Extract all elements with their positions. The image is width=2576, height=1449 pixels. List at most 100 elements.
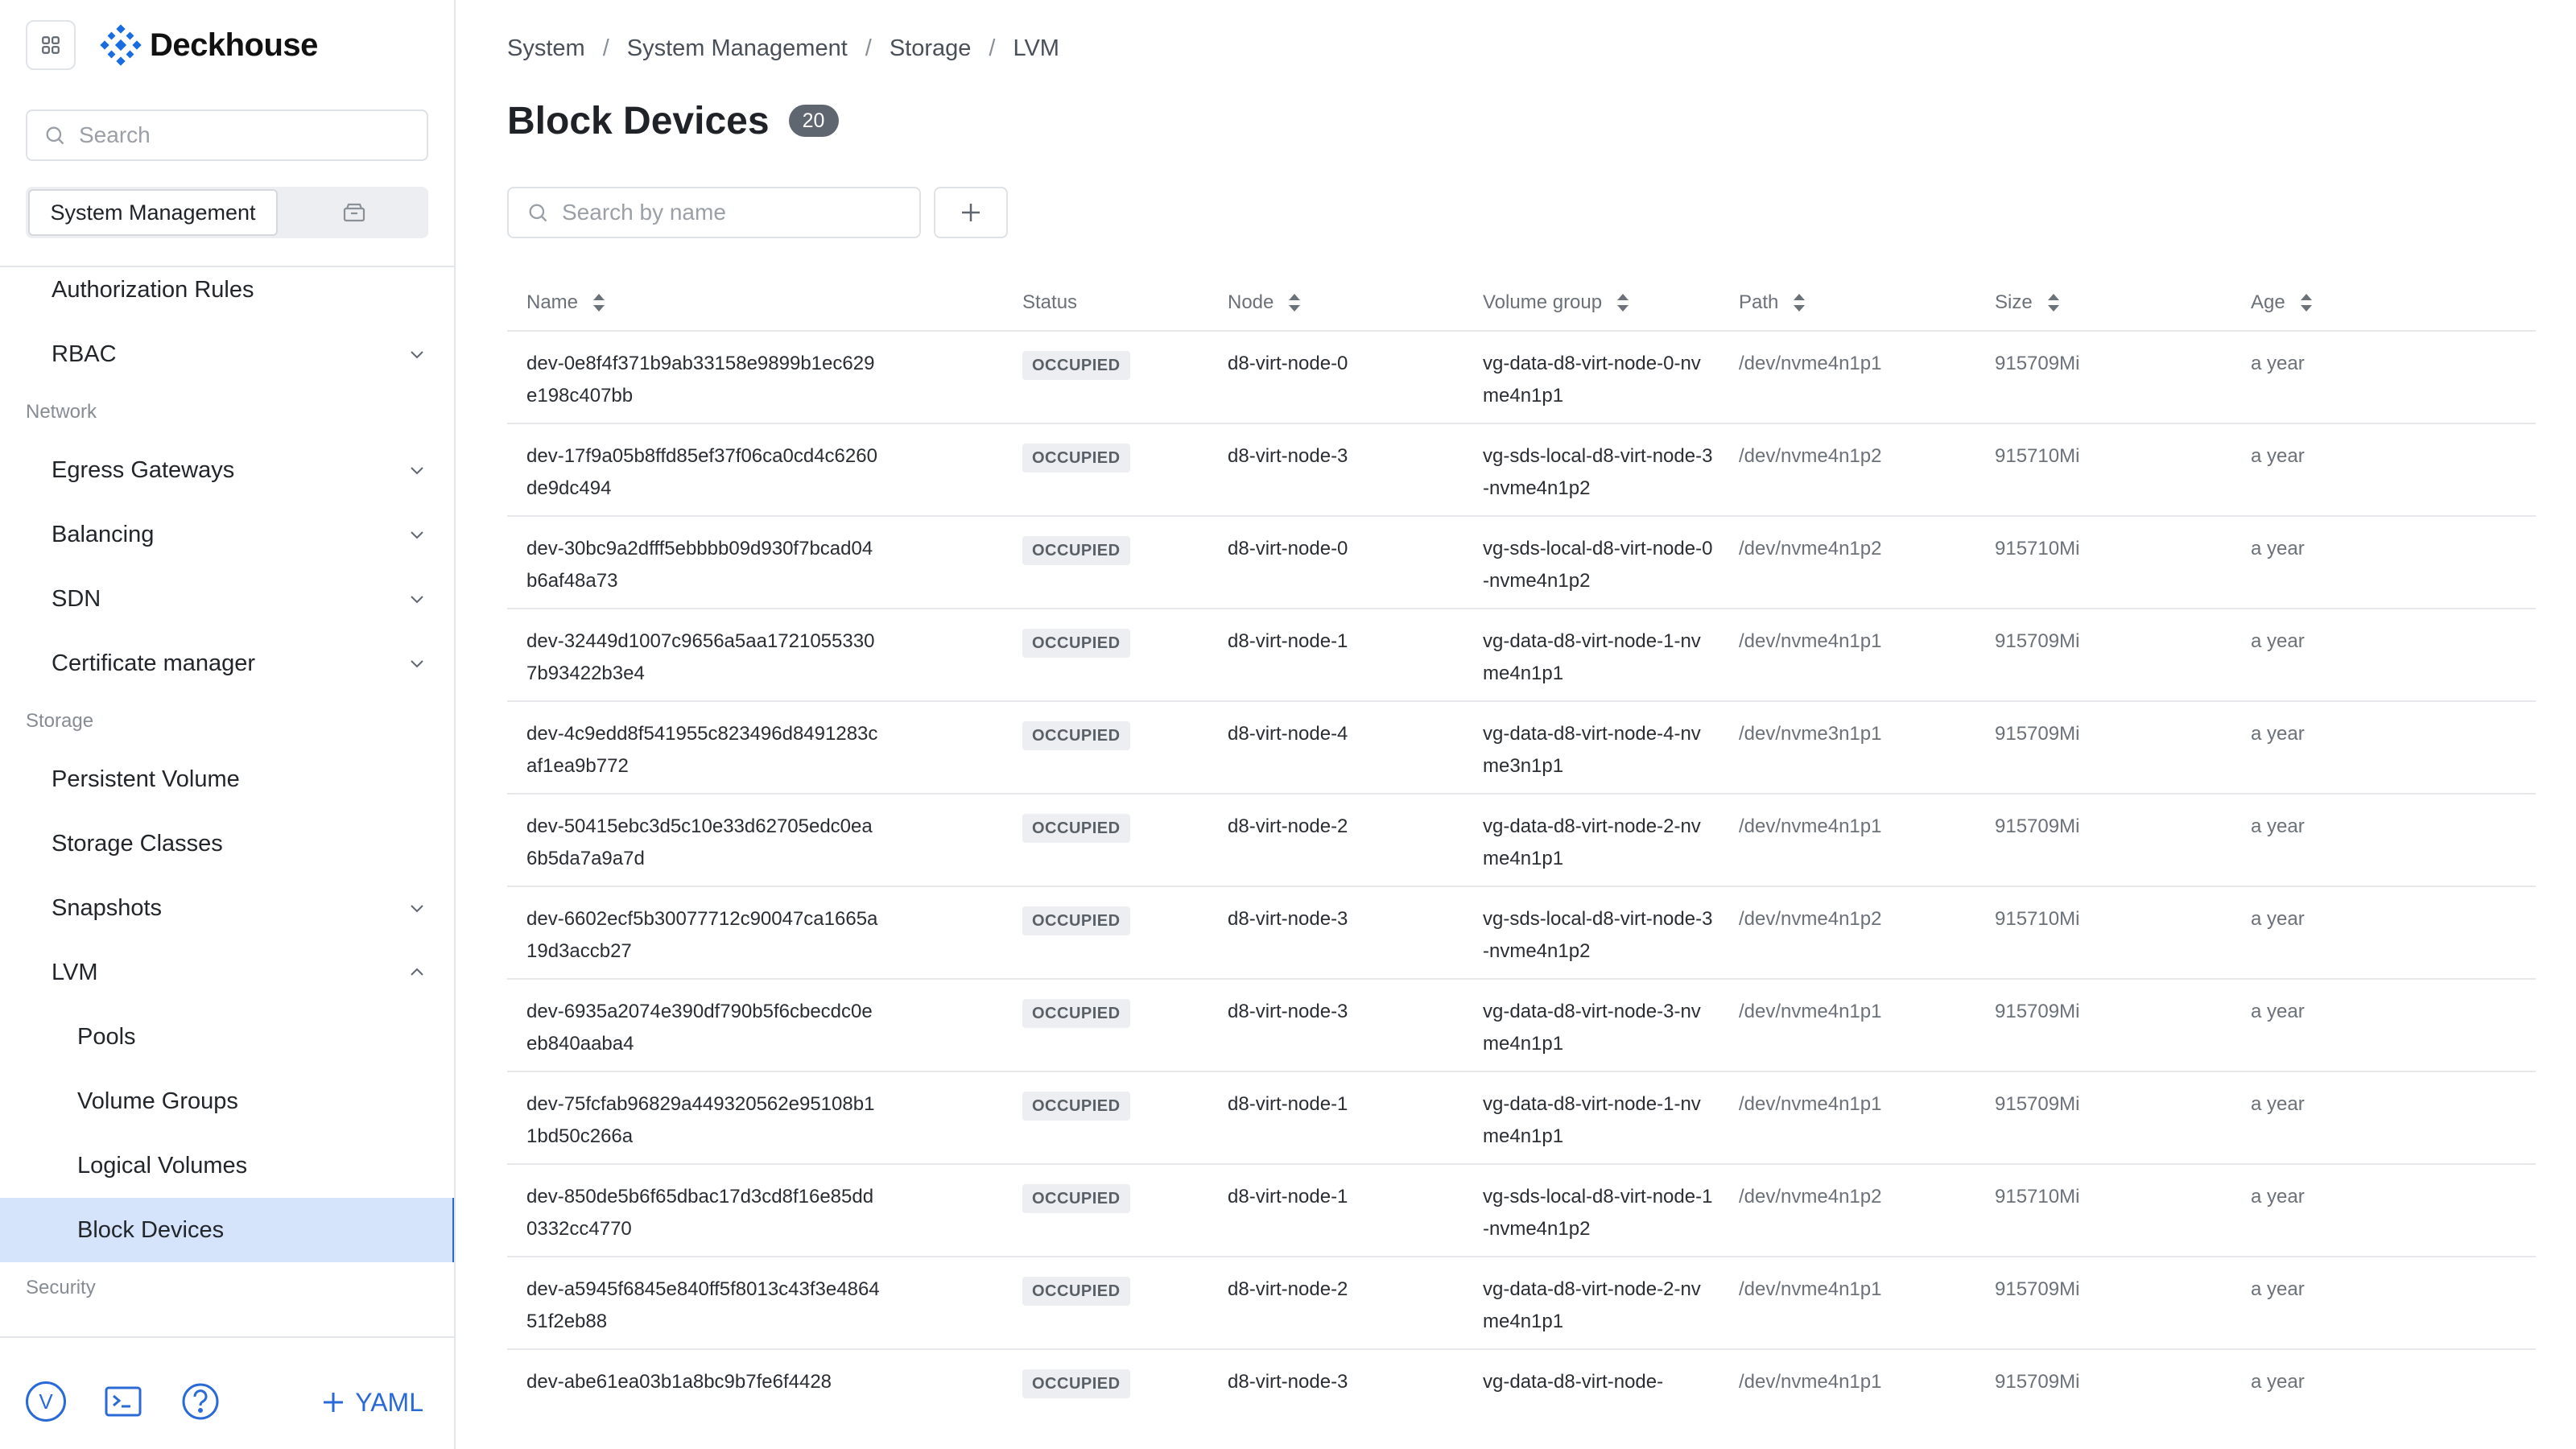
cell-name[interactable]: dev-6935a2074e390df790b5f6cbecdc0eeb840a…: [526, 996, 881, 1060]
table-row[interactable]: dev-0e8f4f371b9ab33158e9899b1ec629e198c4…: [507, 332, 2536, 424]
table-row[interactable]: dev-6935a2074e390df790b5f6cbecdc0eeb840a…: [507, 980, 2536, 1072]
cell-path: /dev/nvme4n1p2: [1739, 908, 1882, 930]
col-path-header[interactable]: Path: [1739, 274, 1807, 332]
cell-name[interactable]: dev-17f9a05b8ffd85ef37f06ca0cd4c6260de9d…: [526, 440, 881, 505]
sidebar-item-persistent-volume[interactable]: Persistent Volume: [0, 747, 454, 811]
breadcrumb-item[interactable]: Storage: [890, 35, 972, 62]
chevron-down-icon[interactable]: [407, 345, 427, 364]
chevron-down-icon[interactable]: [407, 589, 427, 609]
cell-name[interactable]: dev-30bc9a2dfff5ebbbb09d930f7bcad04b6af4…: [526, 533, 881, 597]
table-row[interactable]: dev-75fcfab96829a449320562e95108b11bd50c…: [507, 1072, 2536, 1165]
add-button[interactable]: [934, 187, 1008, 238]
cell-node: d8-virt-node-3: [1228, 1371, 1348, 1393]
terminal-icon[interactable]: [103, 1381, 143, 1422]
sidebar-segment-switch: System Management: [26, 187, 428, 238]
column-header-label: Node: [1228, 291, 1274, 313]
cell-name[interactable]: dev-50415ebc3d5c10e33d62705edc0ea6b5da7a…: [526, 811, 881, 875]
sidebar-item-volume-groups[interactable]: Volume Groups: [0, 1069, 454, 1133]
sidebar-item-certificate-manager[interactable]: Certificate manager: [0, 631, 454, 696]
chevron-down-icon[interactable]: [407, 654, 427, 673]
segment-other[interactable]: [280, 187, 428, 238]
sidebar-item-audit-rules[interactable]: Audit Rules: [0, 1314, 454, 1337]
table-row[interactable]: dev-17f9a05b8ffd85ef37f06ca0cd4c6260de9d…: [507, 424, 2536, 517]
apps-grid-button[interactable]: [26, 20, 76, 70]
brand-logo[interactable]: Deckhouse: [100, 24, 318, 66]
add-yaml-button[interactable]: YAML: [321, 1383, 423, 1422]
table-row[interactable]: dev-30bc9a2dfff5ebbbb09d930f7bcad04b6af4…: [507, 517, 2536, 609]
segment-system-management[interactable]: System Management: [28, 189, 278, 236]
status-badge: OCCUPIED: [1022, 629, 1130, 658]
breadcrumb-item[interactable]: LVM: [1013, 35, 1059, 62]
cell-name[interactable]: dev-0e8f4f371b9ab33158e9899b1ec629e198c4…: [526, 348, 881, 412]
version-icon[interactable]: V: [26, 1381, 66, 1422]
status-badge: OCCUPIED: [1022, 814, 1130, 843]
name-search-input[interactable]: Search by name: [507, 187, 921, 238]
cell-path: /dev/nvme4n1p2: [1739, 538, 1882, 559]
cell-name[interactable]: dev-4c9edd8f541955c823496d8491283caf1ea9…: [526, 718, 881, 782]
deckhouse-logo-icon: [100, 24, 142, 66]
sidebar-item-label: Snapshots: [52, 894, 163, 921]
cell-name[interactable]: dev-850de5b6f65dbac17d3cd8f16e85dd0332cc…: [526, 1181, 881, 1245]
sidebar-item-pools[interactable]: Pools: [0, 1005, 454, 1069]
sidebar-item-sdn[interactable]: SDN: [0, 567, 454, 631]
column-header-label: Status: [1022, 291, 1078, 313]
col-size-header[interactable]: Size: [1995, 274, 2062, 332]
cell-name[interactable]: dev-a5945f6845e840ff5f8013c43f3e486451f2…: [526, 1274, 881, 1338]
sidebar-item-egress-gateways[interactable]: Egress Gateways: [0, 438, 454, 502]
cell-name[interactable]: dev-abe61ea03b1a8bc9b7fe6f4428: [526, 1366, 881, 1398]
cell-node: d8-virt-node-0: [1228, 353, 1348, 374]
cell-volume-group: vg-sds-local-d8-virt-node-3-nvme4n1p2: [1483, 445, 1713, 499]
sidebar-item-rbac[interactable]: RBAC: [0, 322, 454, 386]
cell-volume-group: vg-data-d8-virt-node-2-nvme4n1p1: [1483, 815, 1701, 869]
cell-name[interactable]: dev-6602ecf5b30077712c90047ca1665a19d3ac…: [526, 903, 881, 968]
table-row[interactable]: dev-6602ecf5b30077712c90047ca1665a19d3ac…: [507, 887, 2536, 980]
sidebar-item-lvm[interactable]: LVM: [0, 940, 454, 1005]
sidebar-item-storage-classes[interactable]: Storage Classes: [0, 811, 454, 876]
table-row[interactable]: dev-abe61ea03b1a8bc9b7fe6f4428 OCCUPIED d8…: [507, 1350, 2536, 1409]
col-volume-group-header[interactable]: Volume group: [1483, 274, 1631, 332]
table-row[interactable]: dev-a5945f6845e840ff5f8013c43f3e486451f2…: [507, 1257, 2536, 1350]
chevron-down-icon[interactable]: [407, 898, 427, 918]
col-node-header[interactable]: Node: [1228, 274, 1302, 332]
breadcrumb-item[interactable]: System Management: [627, 35, 848, 62]
table-row[interactable]: dev-50415ebc3d5c10e33d62705edc0ea6b5da7a…: [507, 795, 2536, 887]
sidebar-item-authorization-rules[interactable]: Authorization Rules: [0, 258, 454, 322]
cell-path: /dev/nvme4n1p1: [1739, 1001, 1882, 1022]
cell-volume-group: vg-data-d8-virt-node-1-nvme4n1p1: [1483, 630, 1701, 684]
column-header-label: Volume group: [1483, 291, 1603, 313]
cell-name[interactable]: dev-75fcfab96829a449320562e95108b11bd50c…: [526, 1088, 881, 1153]
sidebar-search-input[interactable]: Search: [26, 109, 428, 161]
col-age-header[interactable]: Age: [2251, 274, 2314, 332]
table-row[interactable]: dev-850de5b6f65dbac17d3cd8f16e85dd0332cc…: [507, 1165, 2536, 1257]
cell-size: 915710Mi: [1995, 538, 2080, 559]
column-header-label: Path: [1739, 291, 1779, 313]
cell-volume-group: vg-data-d8-virt-node-3-nvme4n1p1: [1483, 1001, 1701, 1055]
help-icon[interactable]: [180, 1381, 221, 1422]
breadcrumb: System / System Management / Storage / L…: [507, 32, 1059, 64]
chevron-down-icon[interactable]: [407, 460, 427, 480]
sidebar-item-label: SDN: [52, 585, 101, 612]
sidebar-item-block-devices[interactable]: Block Devices: [0, 1198, 454, 1262]
cell-node: d8-virt-node-2: [1228, 1278, 1348, 1300]
table-scroll-area[interactable]: Name Status Node Volume group Path Size Age de…: [507, 274, 2536, 1409]
column-header-label: Name: [526, 291, 579, 313]
sidebar-item-label: Persistent Volume: [52, 766, 240, 792]
cell-node: d8-virt-node-3: [1228, 1001, 1348, 1022]
breadcrumb-item[interactable]: System: [507, 35, 585, 62]
sidebar-item-label: Authorization Rules: [52, 276, 254, 303]
col-name-header[interactable]: Name: [526, 274, 607, 332]
chevron-up-icon[interactable]: [407, 963, 427, 982]
sidebar-item-snapshots[interactable]: Snapshots: [0, 876, 454, 940]
sidebar-item-logical-volumes[interactable]: Logical Volumes: [0, 1133, 454, 1198]
breadcrumb-separator: /: [865, 35, 872, 61]
cell-volume-group: vg-data-d8-virt-node-2-nvme4n1p1: [1483, 1278, 1701, 1332]
sidebar: Deckhouse Search System Management Autho…: [0, 0, 456, 1449]
table-row[interactable]: dev-32449d1007c9656a5aa17210553307b93422…: [507, 609, 2536, 702]
sidebar-item-balancing[interactable]: Balancing: [0, 502, 454, 567]
table-row[interactable]: dev-4c9edd8f541955c823496d8491283caf1ea9…: [507, 702, 2536, 795]
sort-icon: [1617, 294, 1629, 312]
chevron-down-icon[interactable]: [407, 525, 427, 544]
cell-name[interactable]: dev-32449d1007c9656a5aa17210553307b93422…: [526, 625, 881, 690]
sidebar-item-label: Storage Classes: [52, 830, 223, 857]
cell-node: d8-virt-node-2: [1228, 815, 1348, 837]
